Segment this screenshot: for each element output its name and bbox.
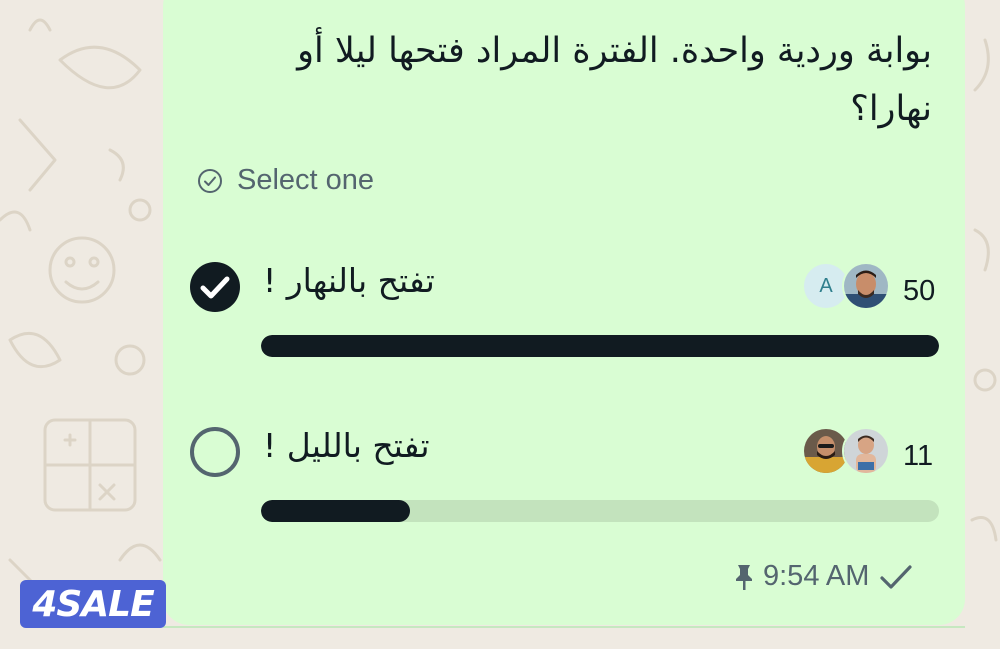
select-hint: Select one (197, 164, 374, 197)
voter-avatars[interactable] (800, 427, 900, 479)
vote-progress-fill (261, 500, 411, 522)
logo-text: 4SALE (32, 583, 154, 625)
vote-count: 50 (903, 275, 936, 307)
vote-count: 11 (903, 440, 934, 472)
poll-option-label: تفتح بالنهار ! (263, 261, 435, 300)
pin-icon (736, 564, 752, 590)
avatar[interactable] (842, 427, 890, 475)
bubble-divider (163, 626, 965, 628)
avatar-letter: A (819, 274, 833, 297)
poll-option-night[interactable]: تفتح بالليل ! 11 (185, 420, 945, 540)
single-check-icon (880, 564, 913, 589)
vote-progress-track (261, 500, 939, 522)
poll-question: بوابة وردية واحدة. الفترة المراد فتحها ل… (297, 31, 932, 129)
poll-option-day[interactable]: تفتح بالنهار ! A 50 (185, 255, 945, 375)
check-circle-icon (198, 168, 222, 193)
select-hint-label: Select one (237, 164, 375, 196)
poll-option-label: تفتح بالليل ! (263, 426, 430, 465)
checked-radio-icon[interactable] (189, 261, 241, 313)
4sale-logo: 4SALE (20, 580, 166, 628)
radio-icon[interactable] (189, 426, 241, 478)
voter-avatars[interactable]: A (800, 262, 900, 314)
avatar[interactable] (842, 262, 890, 310)
vote-progress-fill (261, 335, 939, 357)
message-meta: 9:54 AM (735, 560, 913, 593)
message-time: 9:54 AM (763, 560, 870, 592)
vote-progress-track (261, 335, 939, 357)
avatar-photo-icon (844, 264, 888, 308)
avatar-photo-icon (844, 429, 888, 473)
